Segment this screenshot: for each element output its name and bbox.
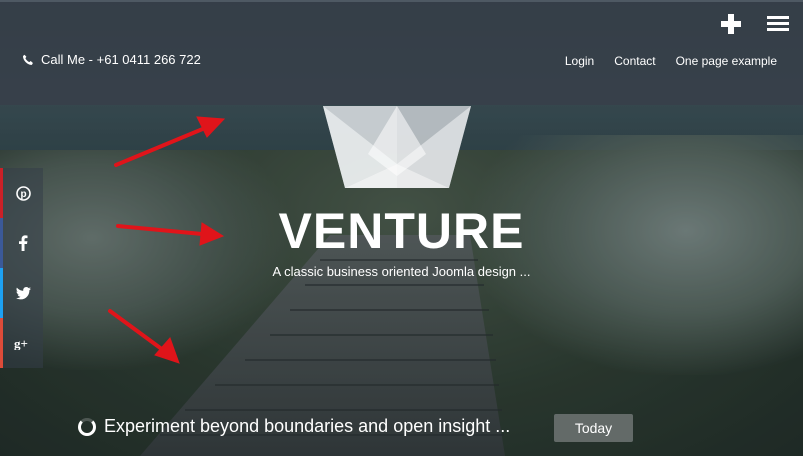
top-nav: Login Contact One page example: [565, 54, 777, 68]
news-ticker: Experiment beyond boundaries and open in…: [78, 416, 510, 437]
site-brand: VENTURE: [278, 203, 525, 259]
google-plus-icon: g+: [14, 336, 28, 350]
call-me-link[interactable]: Call Me - +61 0411 266 722: [22, 52, 201, 67]
call-me-text: Call Me - +61 0411 266 722: [41, 52, 201, 67]
facebook-link[interactable]: [0, 218, 43, 268]
social-sidebar: p g+: [0, 168, 43, 368]
loading-spinner-icon: [78, 417, 96, 436]
today-button[interactable]: Today: [554, 414, 633, 442]
svg-text:g+: g+: [14, 336, 28, 350]
google-plus-link[interactable]: g+: [0, 318, 43, 368]
svg-text:p: p: [20, 189, 26, 200]
plus-icon[interactable]: [721, 14, 741, 34]
ticker-text[interactable]: Experiment beyond boundaries and open in…: [104, 416, 510, 437]
twitter-link[interactable]: [0, 268, 43, 318]
nav-login[interactable]: Login: [565, 54, 594, 68]
crown-logo: [323, 106, 471, 188]
facebook-icon: [19, 235, 28, 251]
phone-icon: [22, 54, 33, 65]
twitter-icon: [15, 286, 31, 299]
pinterest-icon: p: [15, 185, 31, 201]
hamburger-menu-icon[interactable]: [767, 16, 789, 32]
pinterest-link[interactable]: p: [0, 168, 43, 218]
site-tagline: A classic business oriented Joomla desig…: [272, 264, 531, 279]
nav-one-page-example[interactable]: One page example: [676, 54, 777, 68]
nav-contact[interactable]: Contact: [614, 54, 655, 68]
top-bar: Call Me - +61 0411 266 722 Login Contact…: [0, 0, 803, 105]
